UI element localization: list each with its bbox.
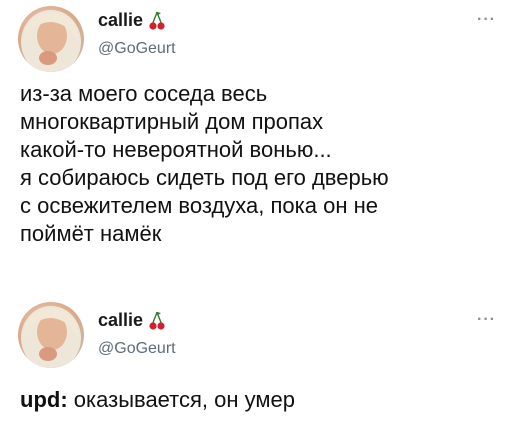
handle[interactable]: @GoGeurt bbox=[98, 40, 176, 58]
tweet-text-body: оказывается, он умер bbox=[67, 387, 295, 412]
avatar-photo bbox=[21, 10, 81, 72]
cherry-icon bbox=[149, 311, 165, 331]
display-name[interactable]: callie bbox=[98, 310, 143, 331]
more-options-icon[interactable]: ··· bbox=[477, 312, 496, 328]
tweet-1: callie @GoGeurt ··· из-за моего соседа в… bbox=[0, 0, 512, 290]
tweet-text: из-за моего соседа весь многоквартирный … bbox=[20, 81, 389, 246]
display-name[interactable]: callie bbox=[98, 10, 143, 31]
name-row: callie bbox=[98, 310, 165, 331]
avatar-photo bbox=[21, 306, 81, 368]
cherry-icon bbox=[149, 11, 165, 31]
handle[interactable]: @GoGeurt bbox=[98, 340, 176, 358]
upd-prefix: upd: bbox=[20, 387, 68, 412]
avatar[interactable] bbox=[18, 6, 84, 72]
more-options-icon[interactable]: ··· bbox=[477, 12, 496, 28]
avatar[interactable] bbox=[18, 302, 84, 368]
name-row: callie bbox=[98, 10, 165, 31]
tweet-text: upd: оказывается, он умер bbox=[20, 386, 500, 414]
tweet-2: callie @GoGeurt ··· upd: оказывается, он… bbox=[0, 290, 512, 440]
